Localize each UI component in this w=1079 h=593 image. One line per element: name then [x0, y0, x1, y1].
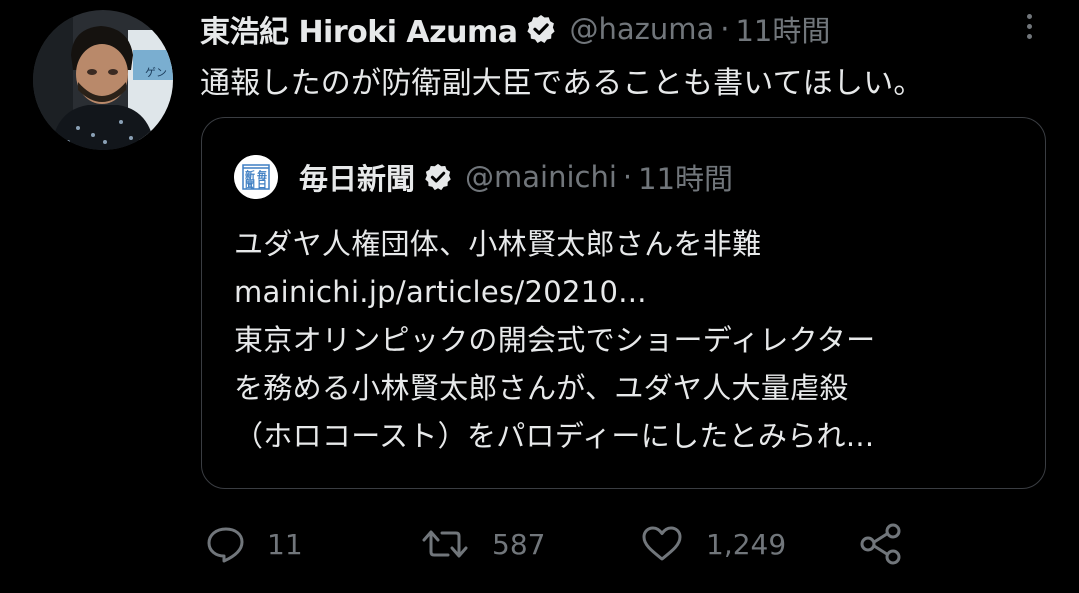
heart-icon [642, 526, 682, 561]
reply-icon [207, 527, 244, 563]
quoted-verified-badge-icon [423, 162, 453, 192]
author-name[interactable]: 東浩紀 Hiroki Azuma [200, 7, 518, 51]
reply-button[interactable]: 11 [205, 520, 303, 568]
tweet-header: 東浩紀 Hiroki Azuma @hazuma · 11時間 [200, 8, 830, 50]
logo-char-3: 聞 [245, 179, 255, 191]
quoted-line-headline: ユダヤ人権団体、小林賢太郎さんを非難 [234, 227, 762, 261]
author-handle[interactable]: @hazuma [569, 12, 714, 46]
tweet-text: 通報したのが防衛副大臣であることも書いてほしい。 [200, 66, 924, 101]
quoted-tweet-card[interactable]: 新 毎 聞 日 毎日新聞 @mainichi · 11時間 ユダヤ人権団体、小林… [201, 117, 1046, 489]
quoted-header-separator: · [622, 160, 633, 194]
reply-count: 11 [267, 527, 303, 561]
share-icon [860, 523, 901, 565]
quoted-author-avatar: 新 毎 聞 日 [234, 155, 278, 199]
verified-badge-icon [525, 13, 557, 45]
quoted-tweet-header: 新 毎 聞 日 毎日新聞 @mainichi · 11時間 [234, 154, 733, 200]
retweet-icon [422, 530, 468, 558]
quoted-author-handle[interactable]: @mainichi [465, 160, 617, 194]
logo-char-4: 日 [257, 179, 267, 191]
retweet-count: 587 [492, 527, 546, 561]
like-button[interactable]: 1,249 [640, 520, 786, 568]
share-button[interactable] [858, 520, 904, 568]
author-avatar[interactable]: ゲン [33, 10, 173, 150]
more-options-icon[interactable] [1017, 8, 1041, 44]
quoted-line-text: （ホロコースト）をパロディーにしたとみられ... [234, 419, 875, 453]
retweet-button[interactable]: 587 [420, 520, 545, 568]
quoted-line-text: を務める小林賢太郎さんが、ユダヤ人大量虐殺 [234, 371, 849, 405]
tweet-timestamp[interactable]: 11時間 [735, 8, 830, 50]
action-bar: 11 587 1,249 [0, 520, 1079, 568]
quoted-author-name[interactable]: 毎日新聞 [299, 156, 415, 198]
avatar-photo: ゲン [33, 10, 173, 150]
quoted-line-text: 東京オリンピックの開会式でショーディレクター [234, 323, 876, 357]
like-count: 1,249 [706, 527, 787, 561]
mainichi-logo: 新 毎 聞 日 [234, 155, 278, 199]
quoted-line-link[interactable]: mainichi.jp/articles/20210... [234, 268, 1034, 316]
quoted-tweet-body: ユダヤ人権団体、小林賢太郎さんを非難 mainichi.jp/articles/… [234, 220, 1034, 460]
avatar-sign-text: ゲン [145, 66, 167, 79]
header-separator: · [720, 12, 730, 46]
quoted-tweet-timestamp[interactable]: 11時間 [638, 156, 733, 198]
